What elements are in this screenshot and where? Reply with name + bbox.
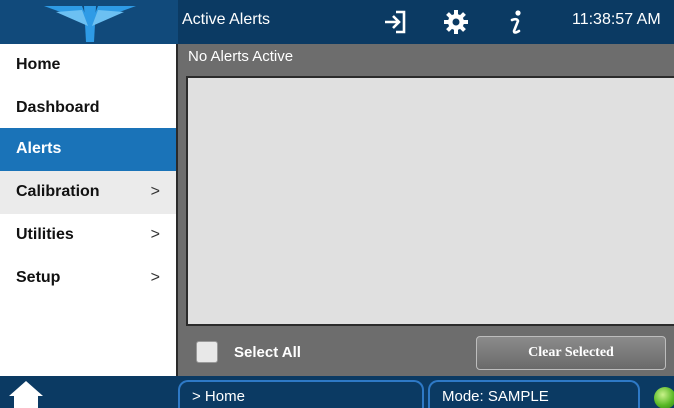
home-icon[interactable] bbox=[8, 380, 44, 408]
sidebar-item-home[interactable]: Home bbox=[0, 44, 178, 87]
alerts-panel: No Alerts Active Select All Clear Select… bbox=[178, 44, 674, 376]
clock: 11:38:57 AM bbox=[572, 11, 661, 28]
sidebar-item-label: Dashboard bbox=[16, 99, 100, 116]
gear-icon[interactable] bbox=[443, 9, 469, 40]
top-bar: Active Alerts 11:38:57 AM bbox=[0, 0, 674, 44]
sidebar-item-label: Home bbox=[16, 56, 61, 73]
sidebar-item-dashboard[interactable]: Dashboard bbox=[0, 87, 178, 130]
chevron-right-icon: > bbox=[150, 226, 160, 243]
select-all-checkbox[interactable] bbox=[196, 341, 218, 363]
sidebar-item-setup[interactable]: Setup > bbox=[0, 257, 178, 300]
sidebar-item-label: Calibration bbox=[16, 183, 100, 200]
select-all-label[interactable]: Select All bbox=[234, 344, 301, 361]
logo-icon bbox=[44, 6, 136, 42]
login-icon[interactable] bbox=[382, 9, 408, 40]
alerts-list[interactable] bbox=[186, 76, 674, 326]
sidebar-item-alerts[interactable]: Alerts bbox=[0, 128, 178, 171]
sidebar-item-utilities[interactable]: Utilities > bbox=[0, 214, 178, 257]
clear-selected-button[interactable]: Clear Selected bbox=[476, 336, 666, 370]
sidebar-item-label: Alerts bbox=[16, 140, 62, 157]
sidebar-item-calibration[interactable]: Calibration > bbox=[0, 171, 178, 214]
status-indicator-icon bbox=[654, 387, 674, 408]
page-title: Active Alerts bbox=[182, 11, 271, 28]
sidebar-item-label: Setup bbox=[16, 269, 61, 286]
breadcrumb[interactable]: > Home bbox=[178, 380, 424, 408]
company-logo bbox=[0, 0, 178, 44]
chevron-right-icon: > bbox=[150, 183, 160, 200]
bottom-bar: > Home Mode: SAMPLE bbox=[0, 376, 674, 408]
mode-indicator: Mode: SAMPLE bbox=[428, 380, 640, 408]
info-icon[interactable] bbox=[506, 9, 526, 42]
chevron-right-icon: > bbox=[150, 269, 160, 286]
sidebar-item-label: Utilities bbox=[16, 226, 74, 243]
alerts-status: No Alerts Active bbox=[188, 48, 294, 65]
sidebar: Home Dashboard Alerts Calibration > Util… bbox=[0, 44, 178, 376]
